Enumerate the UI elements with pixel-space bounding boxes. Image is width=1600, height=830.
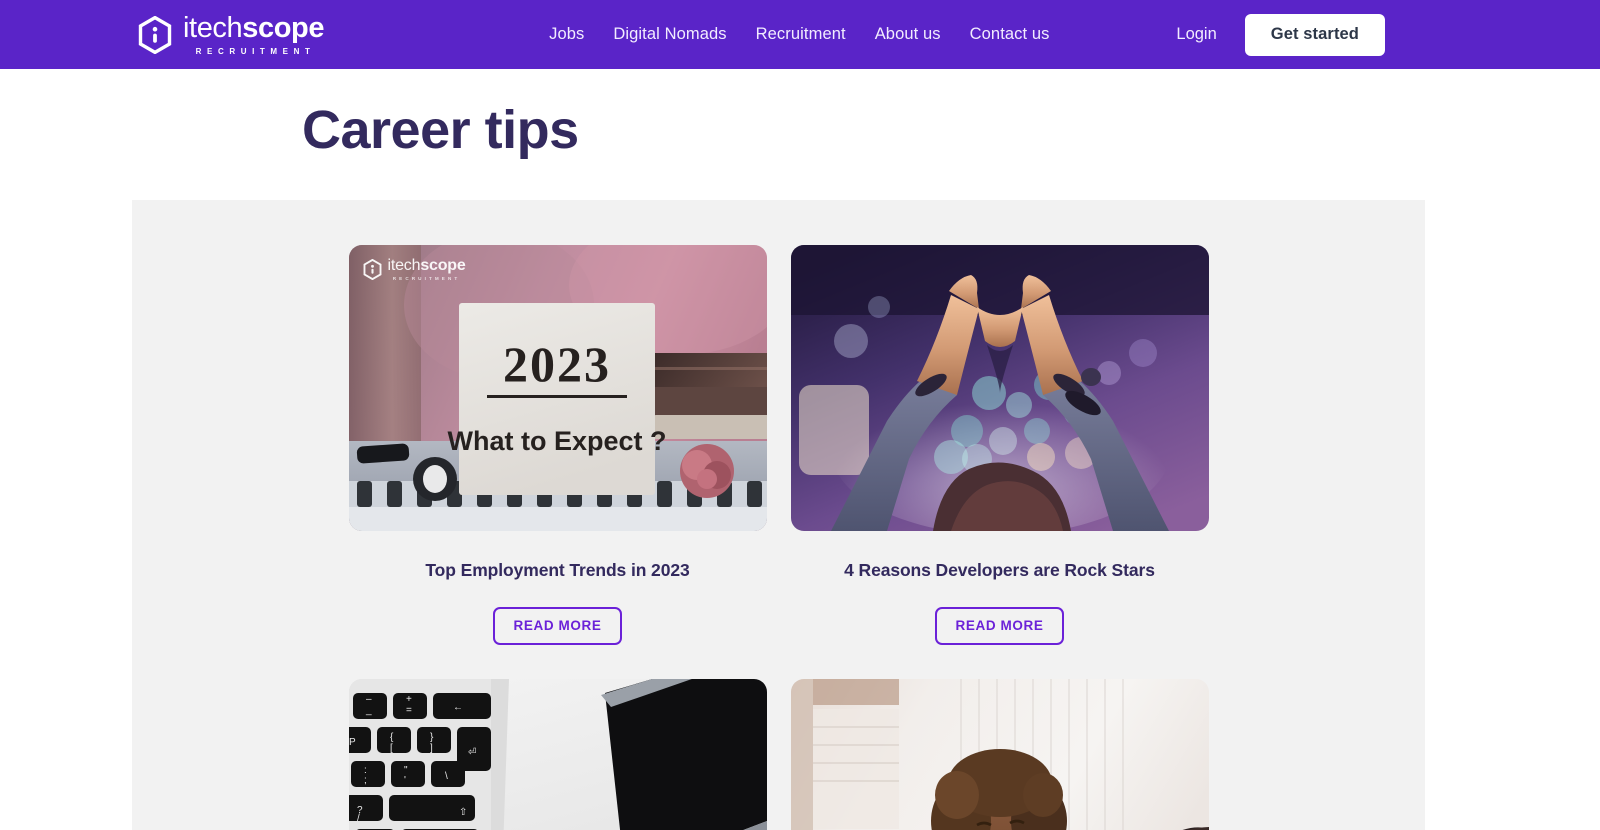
brand-tagline: RECRUITMENT bbox=[195, 47, 316, 56]
article-title: 4 Reasons Developers are Rock Stars bbox=[844, 560, 1155, 580]
header-actions: Login Get started bbox=[1176, 13, 1600, 56]
article-card-grid: 2023 What to Expect ? itechscope RECRUIT… bbox=[132, 200, 1425, 830]
svg-text:⏎: ⏎ bbox=[468, 747, 476, 758]
watermark-word-light: itech bbox=[387, 257, 421, 274]
get-started-button[interactable]: Get started bbox=[1244, 13, 1385, 56]
grid-row-gap bbox=[791, 645, 1209, 679]
article-thumbnail-rock-stars[interactable] bbox=[790, 245, 1209, 531]
read-more-button[interactable]: READ MORE bbox=[934, 606, 1065, 645]
svg-text:=: = bbox=[406, 705, 412, 716]
svg-text:;: ; bbox=[364, 775, 367, 786]
svg-text:\: \ bbox=[445, 771, 448, 782]
nav-item-recruitment[interactable]: Recruitment bbox=[756, 25, 846, 44]
watermark-tagline: RECRUITMENT bbox=[392, 276, 461, 281]
career-tips-panel: 2023 What to Expect ? itechscope RECRUIT… bbox=[132, 200, 1425, 830]
svg-text:_: _ bbox=[365, 705, 372, 716]
svg-text:P: P bbox=[349, 737, 356, 748]
watermark-wordmark: itechscope bbox=[388, 258, 466, 274]
article-thumbnail-interview[interactable] bbox=[790, 678, 1209, 830]
main-navigation: Jobs Digital Nomads Recruitment About us… bbox=[549, 25, 1049, 44]
page-title: Career tips bbox=[302, 100, 579, 160]
svg-text:←: ← bbox=[453, 702, 463, 713]
site-header: itechscope RECRUITMENT Jobs Digital Noma… bbox=[0, 0, 1600, 69]
image-watermark-logo: itechscope RECRUITMENT bbox=[363, 258, 466, 282]
nav-item-digital-nomads[interactable]: Digital Nomads bbox=[613, 25, 726, 44]
article-thumbnail-keyboard[interactable]: – _ + = ← P {[ }] ⏎ :; " ' \ ? / ⇧ bbox=[348, 678, 767, 830]
hexagon-info-icon bbox=[138, 16, 172, 54]
brand-word-bold: scope bbox=[242, 12, 325, 44]
nav-item-jobs[interactable]: Jobs bbox=[549, 25, 584, 44]
brand-wordmark: itechscope bbox=[183, 14, 324, 43]
brand-word-light: itech bbox=[183, 12, 243, 44]
watermark-word-bold: scope bbox=[420, 257, 466, 274]
svg-text:–: – bbox=[366, 694, 372, 705]
svg-text:]: ] bbox=[430, 743, 433, 754]
nav-item-contact-us[interactable]: Contact us bbox=[970, 25, 1050, 44]
article-title: Top Employment Trends in 2023 bbox=[425, 560, 690, 580]
svg-text:': ' bbox=[404, 775, 406, 786]
watermark-text: itechscope RECRUITMENT bbox=[388, 258, 466, 282]
article-thumbnail-2023-trends[interactable]: 2023 What to Expect ? itechscope RECRUIT… bbox=[348, 245, 767, 531]
article-card[interactable]: 2023 What to Expect ? itechscope RECRUIT… bbox=[348, 245, 767, 645]
grid-row-gap bbox=[349, 645, 767, 679]
svg-text:+: + bbox=[406, 694, 412, 705]
article-card[interactable]: – _ + = ← P {[ }] ⏎ :; " ' \ ? / ⇧ bbox=[348, 678, 767, 830]
brand-text: itechscope RECRUITMENT bbox=[183, 14, 324, 56]
svg-text:/: / bbox=[357, 813, 360, 824]
nav-item-about-us[interactable]: About us bbox=[875, 25, 941, 44]
article-card[interactable]: 4 Reasons Developers are Rock Stars READ… bbox=[790, 245, 1209, 645]
svg-text:What to Expect ?: What to Expect ? bbox=[447, 426, 666, 456]
watermark-hexagon-info-icon bbox=[363, 259, 381, 281]
svg-text:[: [ bbox=[390, 743, 393, 754]
login-link[interactable]: Login bbox=[1176, 25, 1216, 44]
brand-logo[interactable]: itechscope RECRUITMENT bbox=[138, 14, 324, 56]
article-card[interactable] bbox=[790, 678, 1209, 830]
read-more-button[interactable]: READ MORE bbox=[492, 606, 623, 645]
svg-text:⇧: ⇧ bbox=[459, 807, 467, 818]
svg-text:2023: 2023 bbox=[503, 336, 611, 392]
